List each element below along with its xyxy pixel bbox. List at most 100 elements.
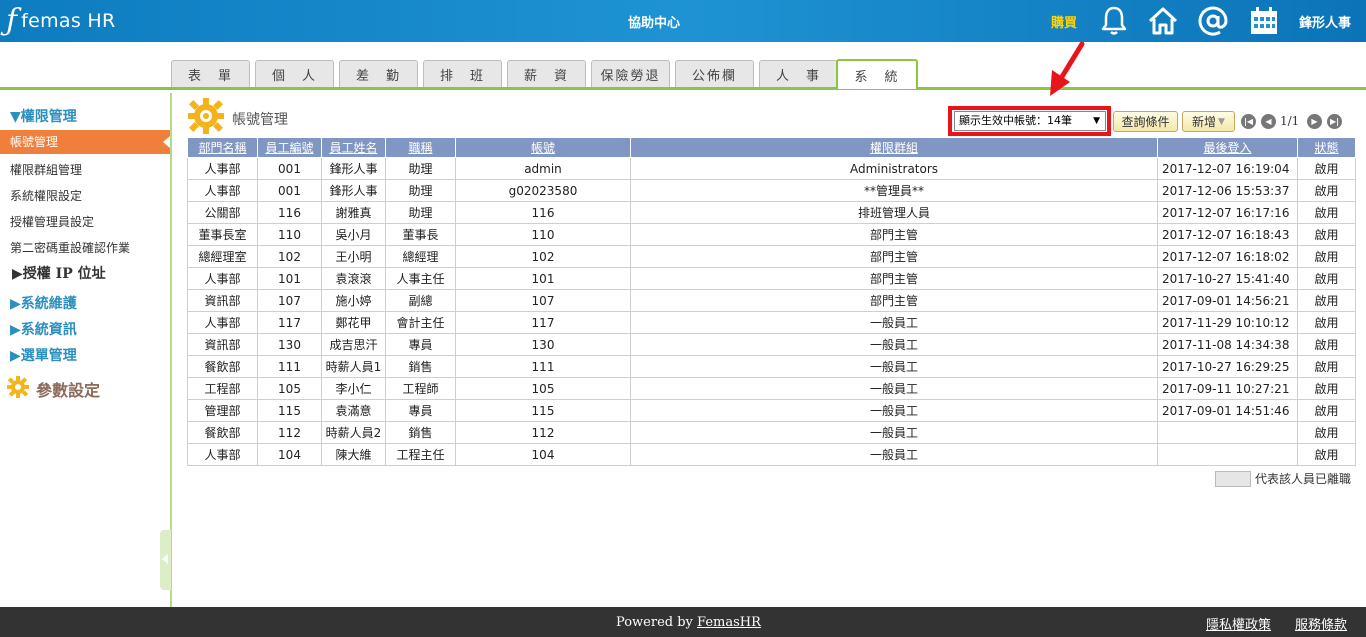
calendar-icon[interactable]: [1247, 4, 1281, 38]
sidebar-item-ip[interactable]: ▶授權 IP 位址: [12, 263, 106, 283]
cell-status: 啟用: [1297, 399, 1356, 422]
cell-department: 管理部: [187, 399, 258, 422]
privacy-policy-link[interactable]: 隱私權政策: [1206, 614, 1271, 633]
cell-status: 啟用: [1297, 377, 1356, 400]
sidebar-section-menu[interactable]: ▶選單管理: [10, 345, 77, 365]
tab-attendance[interactable]: 差 勤: [339, 60, 418, 87]
sidebar-item-second-password[interactable]: 第二密碼重設確認作業: [10, 239, 130, 256]
tab-hr[interactable]: 人 事: [759, 60, 838, 87]
query-conditions-button[interactable]: 查詢條件: [1113, 111, 1178, 132]
table-row[interactable]: 人事部 001 鋒形人事 助理 admin Administrators 2017-12-0…: [187, 157, 1356, 180]
last-page-icon[interactable]: ▶|: [1327, 114, 1342, 129]
home-icon[interactable]: [1146, 4, 1180, 38]
bell-icon[interactable]: [1097, 4, 1131, 38]
next-page-icon[interactable]: ▶: [1307, 114, 1322, 129]
cell-account: 102: [455, 245, 631, 268]
tab-schedule[interactable]: 排 班: [423, 60, 502, 87]
femas-logo[interactable]: ƒ femas HR: [6, 4, 115, 38]
table-row[interactable]: 人事部 104 陳大維 工程主任 104 一般員工 啟用: [187, 443, 1356, 466]
table-row[interactable]: 人事部 001 鋒形人事 助理 g02023580 **管理員** 2017-12-06 1…: [187, 179, 1356, 202]
table-row[interactable]: 董事長室 110 吳小月 董事長 110 部門主管 2017-12-07 16:18:43 啟…: [187, 223, 1356, 246]
cell-status: 啟用: [1297, 311, 1356, 334]
cell-employee-id: 105: [257, 377, 322, 400]
cell-last-login: 2017-12-07 16:17:16: [1157, 201, 1298, 224]
table-row[interactable]: 餐飲部 112 時薪人員2 銷售 112 一般員工 啟用: [187, 421, 1356, 444]
tab-forms[interactable]: 表 單: [171, 60, 250, 87]
sidebar-item-admin-setting[interactable]: 授權管理員設定: [10, 213, 94, 230]
cell-last-login: 2017-11-08 14:34:38: [1157, 333, 1298, 356]
cell-employee-name: 鄭花甲: [321, 311, 386, 334]
table-row[interactable]: 管理部 115 袁滿意 專員 115 一般員工 2017-09-01 14:51:46 啟用: [187, 399, 1356, 422]
cell-rights-group: Administrators: [630, 157, 1158, 180]
cell-employee-id: 110: [257, 223, 322, 246]
column-header-rights-group[interactable]: 權限群組: [630, 137, 1158, 158]
cell-employee-name: 王小明: [321, 245, 386, 268]
cell-job-title: 工程主任: [385, 443, 456, 466]
cell-job-title: 助理: [385, 201, 456, 224]
tab-bulletin[interactable]: 公佈欄: [675, 60, 754, 87]
table-row[interactable]: 資訊部 107 施小婷 副總 107 部門主管 2017-09-01 14:56:21 啟用: [187, 289, 1356, 312]
cell-employee-name: 袁滾滾: [321, 267, 386, 290]
sidebar-collapse-handle[interactable]: [160, 530, 171, 590]
cell-last-login: 2017-09-01 14:51:46: [1157, 399, 1298, 422]
cell-last-login: 2017-09-01 14:56:21: [1157, 289, 1298, 312]
logo-text: femas HR: [21, 10, 116, 32]
add-button[interactable]: 新增 ▼: [1182, 111, 1235, 132]
cell-employee-name: 謝雅真: [321, 201, 386, 224]
cell-last-login: [1157, 443, 1298, 466]
sidebar-section-info[interactable]: ▶系統資訊: [10, 319, 77, 339]
sidebar-section-rights[interactable]: ▼權限管理: [10, 106, 77, 126]
footer: Powered by FemasHR 隱私權政策 服務條款: [0, 607, 1366, 637]
sidebar-item-system-rights[interactable]: 系統權限設定: [10, 187, 82, 204]
at-icon[interactable]: [1196, 4, 1230, 38]
tab-personal[interactable]: 個 人: [255, 60, 334, 87]
table-row[interactable]: 人事部 101 袁滾滾 人事主任 101 部門主管 2017-10-27 15:41:40 啟…: [187, 267, 1356, 290]
column-header-account[interactable]: 帳號: [455, 137, 631, 158]
table-row[interactable]: 人事部 117 鄭花甲 會計主任 117 一般員工 2017-11-29 10:10:12 啟…: [187, 311, 1356, 334]
cell-department: 人事部: [187, 157, 258, 180]
account-filter-select[interactable]: 顯示生效中帳號：14筆 ▼: [954, 111, 1106, 131]
table-row[interactable]: 公關部 116 謝雅真 助理 116 排班管理人員 2017-12-07 16:17:16 啟…: [187, 201, 1356, 224]
table-row[interactable]: 餐飲部 111 時薪人員1 銷售 111 一般員工 2017-10-27 16:29:25 啟…: [187, 355, 1356, 378]
cell-rights-group: 一般員工: [630, 421, 1158, 444]
sidebar-item-rights-groups[interactable]: 權限群組管理: [10, 161, 82, 178]
column-header-employee-id[interactable]: 員工編號: [257, 137, 322, 158]
table-row[interactable]: 資訊部 130 成吉思汗 專員 130 一般員工 2017-11-08 14:34:38 啟用: [187, 333, 1356, 356]
cell-rights-group: 部門主管: [630, 245, 1158, 268]
table-row[interactable]: 工程部 105 李小仁 工程師 105 一般員工 2017-09-11 10:27:21 啟用: [187, 377, 1356, 400]
sidebar-item-accounts[interactable]: 帳號管理: [0, 130, 170, 154]
cell-employee-id: 115: [257, 399, 322, 422]
terms-of-service-link[interactable]: 服務條款: [1295, 614, 1347, 633]
column-header-employee-name[interactable]: 員工姓名: [321, 137, 386, 158]
cell-employee-name: 吳小月: [321, 223, 386, 246]
powered-by-prefix: Powered by: [616, 615, 698, 630]
column-header-job-title[interactable]: 職稱: [385, 137, 456, 158]
tab-system[interactable]: 系 統: [836, 59, 918, 89]
table-row[interactable]: 總經理室 102 王小明 總經理 102 部門主管 2017-12-07 16:18:02 啟…: [187, 245, 1356, 268]
cell-employee-id: 112: [257, 421, 322, 444]
column-header-department[interactable]: 部門名稱: [187, 137, 258, 158]
cell-department: 總經理室: [187, 245, 258, 268]
prev-page-icon[interactable]: ◀: [1261, 114, 1276, 129]
sidebar-section-maintenance[interactable]: ▶系統維護: [10, 293, 77, 313]
cell-status: 啟用: [1297, 179, 1356, 202]
column-header-status[interactable]: 狀態: [1297, 137, 1356, 158]
cell-last-login: 2017-10-27 16:29:25: [1157, 355, 1298, 378]
buy-link[interactable]: 購買: [1051, 12, 1077, 31]
cell-status: 啟用: [1297, 421, 1356, 444]
femashr-link[interactable]: FemasHR: [697, 615, 761, 630]
first-page-icon[interactable]: |◀: [1241, 114, 1256, 129]
cell-rights-group: 一般員工: [630, 377, 1158, 400]
cell-department: 公關部: [187, 201, 258, 224]
sidebar-param-settings[interactable]: 參數設定: [6, 375, 100, 403]
cell-account: 112: [455, 421, 631, 444]
cell-status: 啟用: [1297, 267, 1356, 290]
tab-salary[interactable]: 薪 資: [507, 60, 586, 87]
company-name: 鋒形人事: [1299, 16, 1352, 31]
cell-account: 110: [455, 223, 631, 246]
tab-insurance[interactable]: 保險勞退: [591, 60, 670, 87]
param-settings-label: 參數設定: [36, 381, 101, 400]
help-center-link[interactable]: 協助中心: [628, 12, 680, 31]
cell-account: 111: [455, 355, 631, 378]
column-header-last-login[interactable]: 最後登入: [1157, 137, 1298, 158]
